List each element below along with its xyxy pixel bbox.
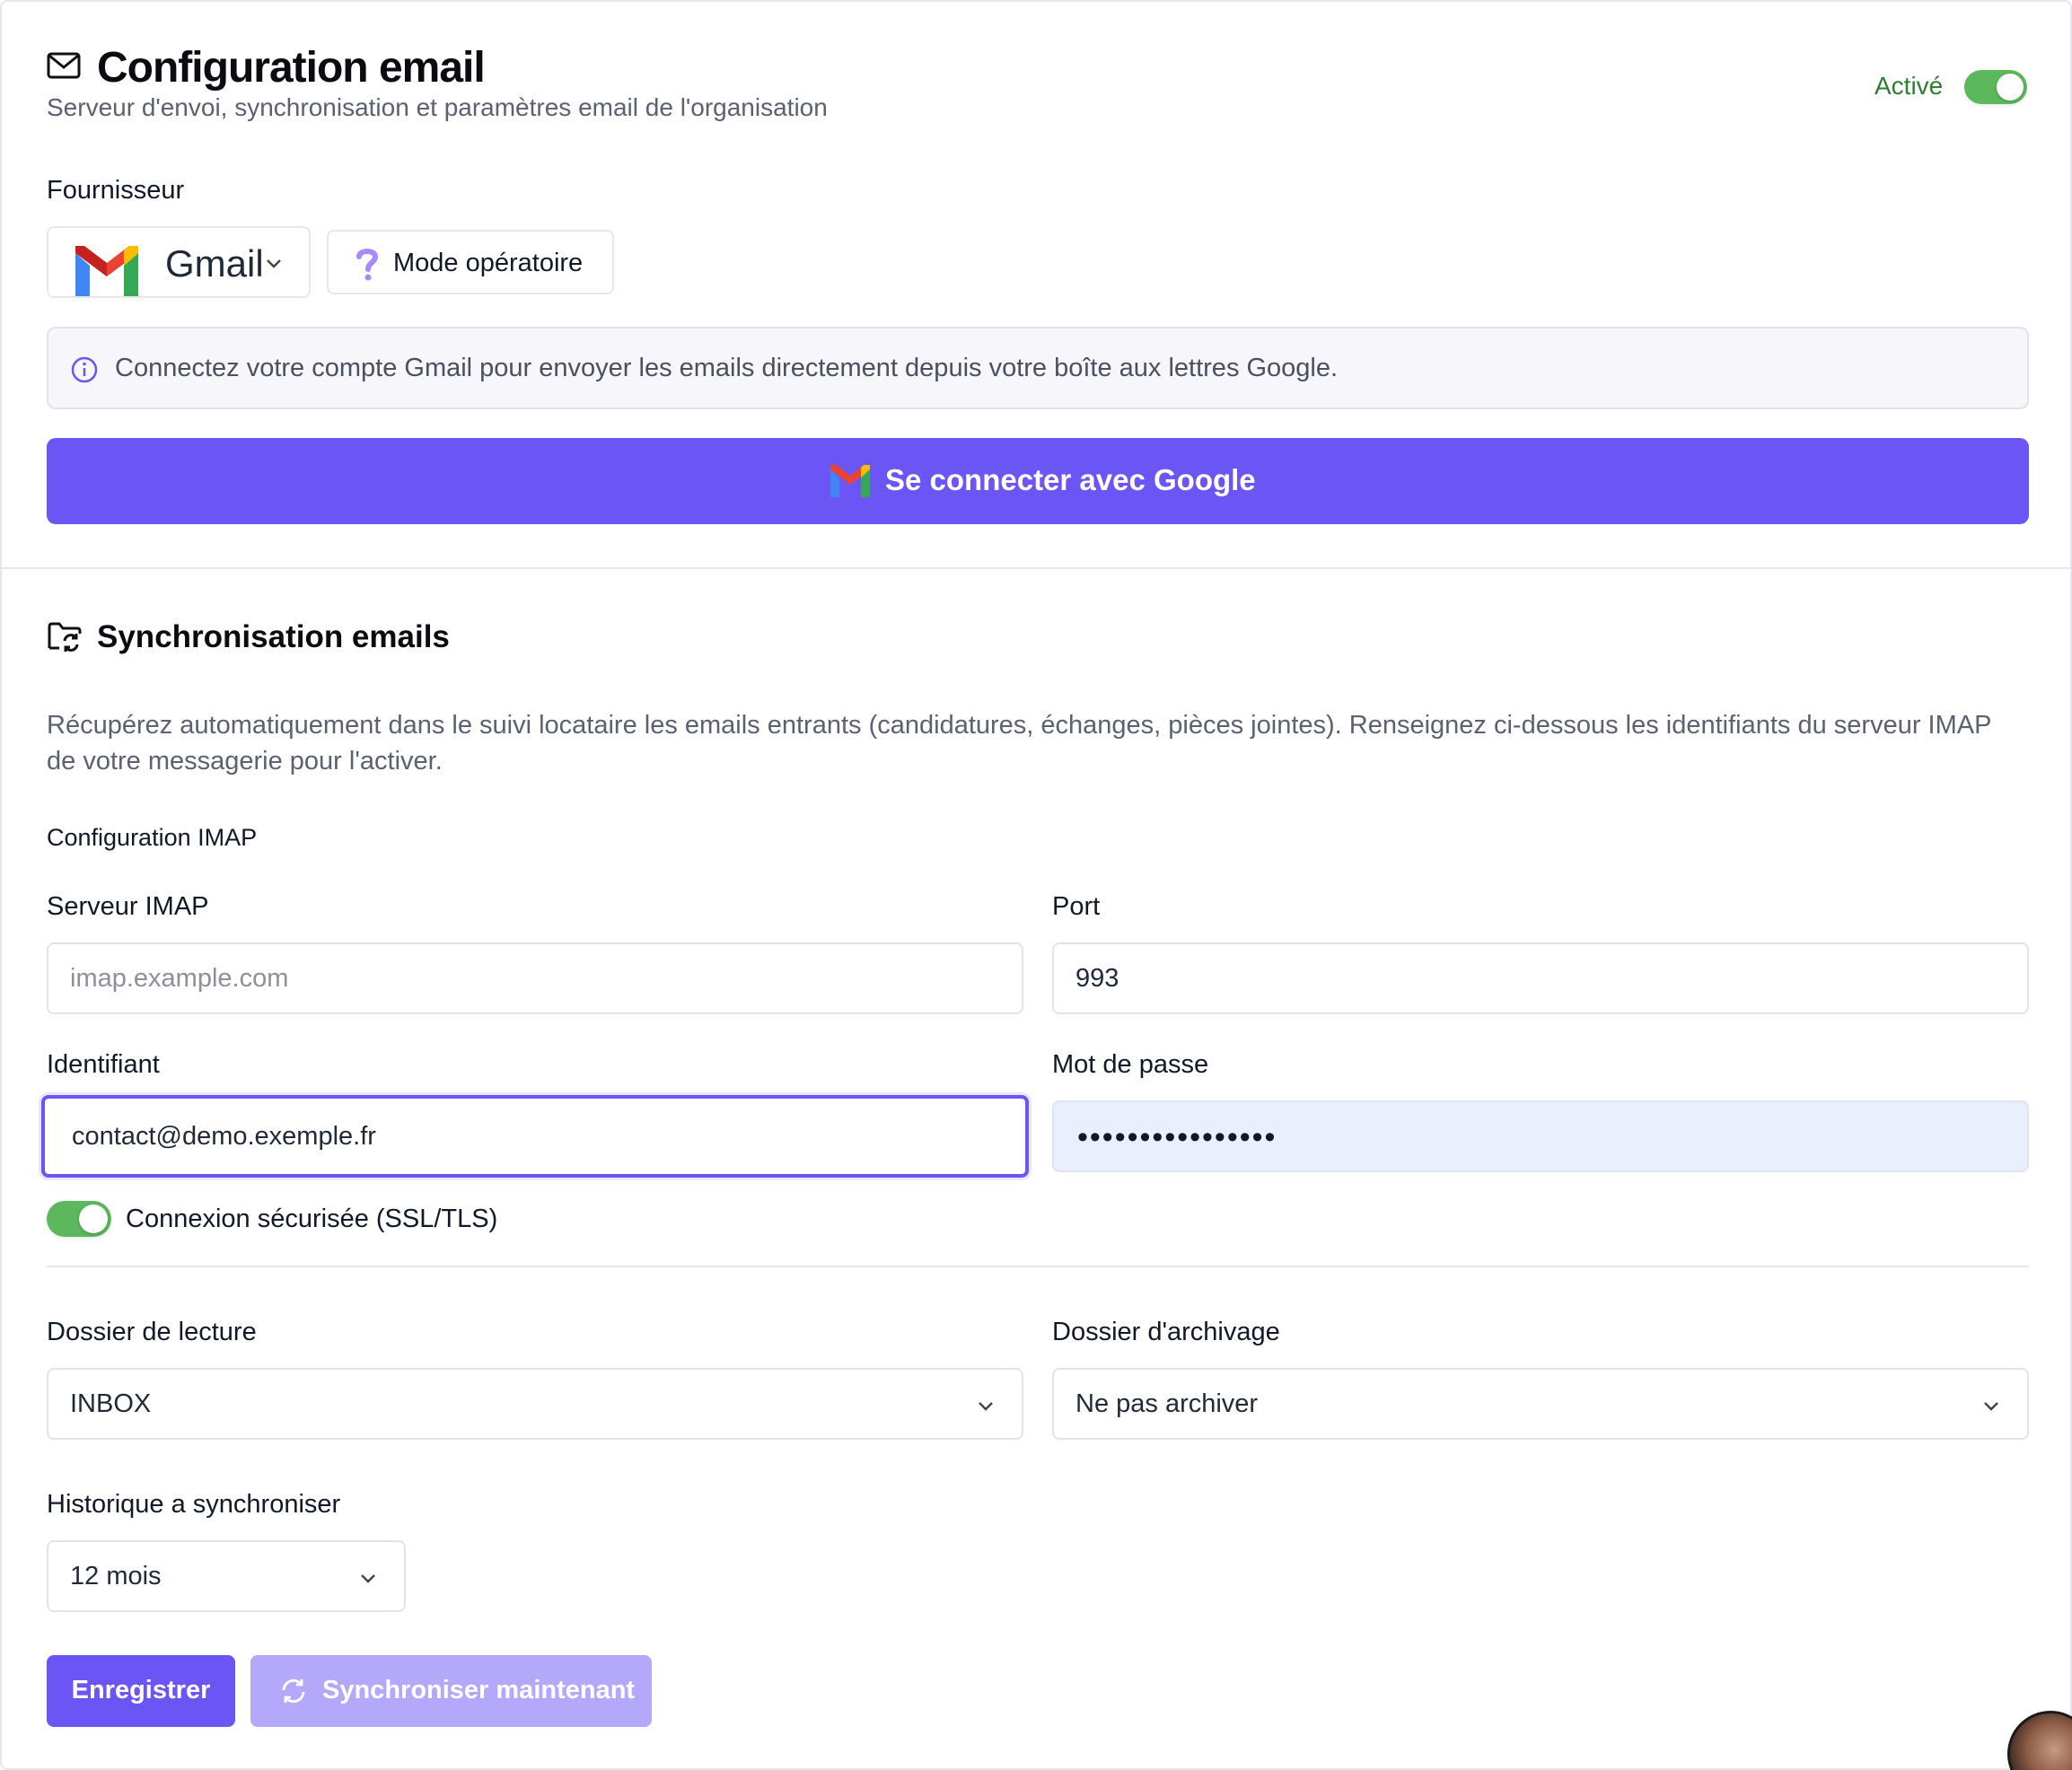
info-text: Connectez votre compte Gmail pour envoye… xyxy=(115,354,1339,382)
info-icon xyxy=(71,356,98,383)
provider-select[interactable]: Gmail xyxy=(47,226,311,298)
read-folder-value: INBOX xyxy=(70,1389,152,1418)
imap-server-label: Serveur IMAP xyxy=(47,892,209,921)
folder-sync-icon xyxy=(48,622,82,652)
avatar[interactable] xyxy=(2007,1711,2072,1770)
username-value: contact@demo.exemple.fr xyxy=(72,1122,376,1151)
provider-selected-value: Gmail xyxy=(165,242,264,285)
imap-server-input[interactable]: imap.example.com xyxy=(47,942,1023,1014)
archive-folder-label: Dossier d'archivage xyxy=(1052,1318,1280,1346)
save-button-label: Enregistrer xyxy=(71,1676,211,1704)
toggle-knob xyxy=(79,1205,108,1233)
imap-config-title: Configuration IMAP xyxy=(47,824,258,851)
history-value: 12 mois xyxy=(70,1562,162,1590)
refresh-icon xyxy=(282,1678,305,1704)
gmail-icon xyxy=(830,465,870,497)
ssl-toggle[interactable] xyxy=(47,1201,111,1237)
page-subtitle: Serveur d'envoi, synchronisation et para… xyxy=(47,93,828,121)
read-folder-label: Dossier de lecture xyxy=(47,1318,257,1346)
password-label: Mot de passe xyxy=(1052,1050,1209,1079)
username-input[interactable]: contact@demo.exemple.fr xyxy=(41,1095,1029,1178)
password-mask: •••••••••••••••• xyxy=(1077,1120,1277,1154)
save-button[interactable]: Enregistrer xyxy=(47,1655,235,1727)
sync-now-label: Synchroniser maintenant xyxy=(322,1676,636,1704)
connect-google-button[interactable]: Se connecter avec Google xyxy=(47,438,2029,524)
chevron-down-icon xyxy=(267,259,281,268)
read-folder-select[interactable]: INBOX xyxy=(47,1368,1023,1440)
status-label: Activé xyxy=(1874,72,1944,100)
chevron-down-icon xyxy=(361,1574,375,1583)
section-divider xyxy=(2,567,2072,569)
ssl-label: Connexion sécurisée (SSL/TLS) xyxy=(126,1205,498,1233)
archive-folder-select[interactable]: Ne pas archiver xyxy=(1052,1368,2029,1440)
email-enabled-toggle[interactable] xyxy=(1964,70,2027,104)
mail-icon xyxy=(47,52,81,79)
history-select[interactable]: 12 mois xyxy=(47,1540,406,1612)
mode-operatoire-label: Mode opératoire xyxy=(393,249,584,277)
password-input[interactable]: •••••••••••••••• xyxy=(1052,1100,2029,1172)
history-label: Historique a synchroniser xyxy=(47,1490,341,1519)
help-question-icon xyxy=(356,249,379,281)
port-input[interactable]: 993 xyxy=(1052,942,2029,1014)
port-value: 993 xyxy=(1076,964,1119,993)
mode-operatoire-button[interactable]: Mode opératoire xyxy=(327,230,614,294)
form-divider xyxy=(47,1266,2029,1267)
sync-section-title: Synchronisation emails xyxy=(97,619,450,654)
sync-description: Récupérez automatiquement dans le suivi … xyxy=(47,711,1991,775)
email-config-panel: Configuration email Serveur d'envoi, syn… xyxy=(0,0,2072,1770)
toggle-knob xyxy=(1997,74,2024,101)
connect-google-label: Se connecter avec Google xyxy=(885,463,1256,496)
username-label: Identifiant xyxy=(47,1050,160,1079)
sync-now-button[interactable]: Synchroniser maintenant xyxy=(250,1655,652,1727)
provider-label: Fournisseur xyxy=(47,176,185,205)
gmail-icon xyxy=(75,246,138,296)
info-banner: Connectez votre compte Gmail pour envoye… xyxy=(47,327,2029,409)
chevron-down-icon xyxy=(1984,1402,1998,1411)
archive-folder-value: Ne pas archiver xyxy=(1076,1389,1259,1418)
port-label: Port xyxy=(1052,892,1101,921)
page-title: Configuration email xyxy=(97,44,486,92)
imap-server-placeholder: imap.example.com xyxy=(70,964,289,993)
chevron-down-icon xyxy=(979,1402,993,1411)
